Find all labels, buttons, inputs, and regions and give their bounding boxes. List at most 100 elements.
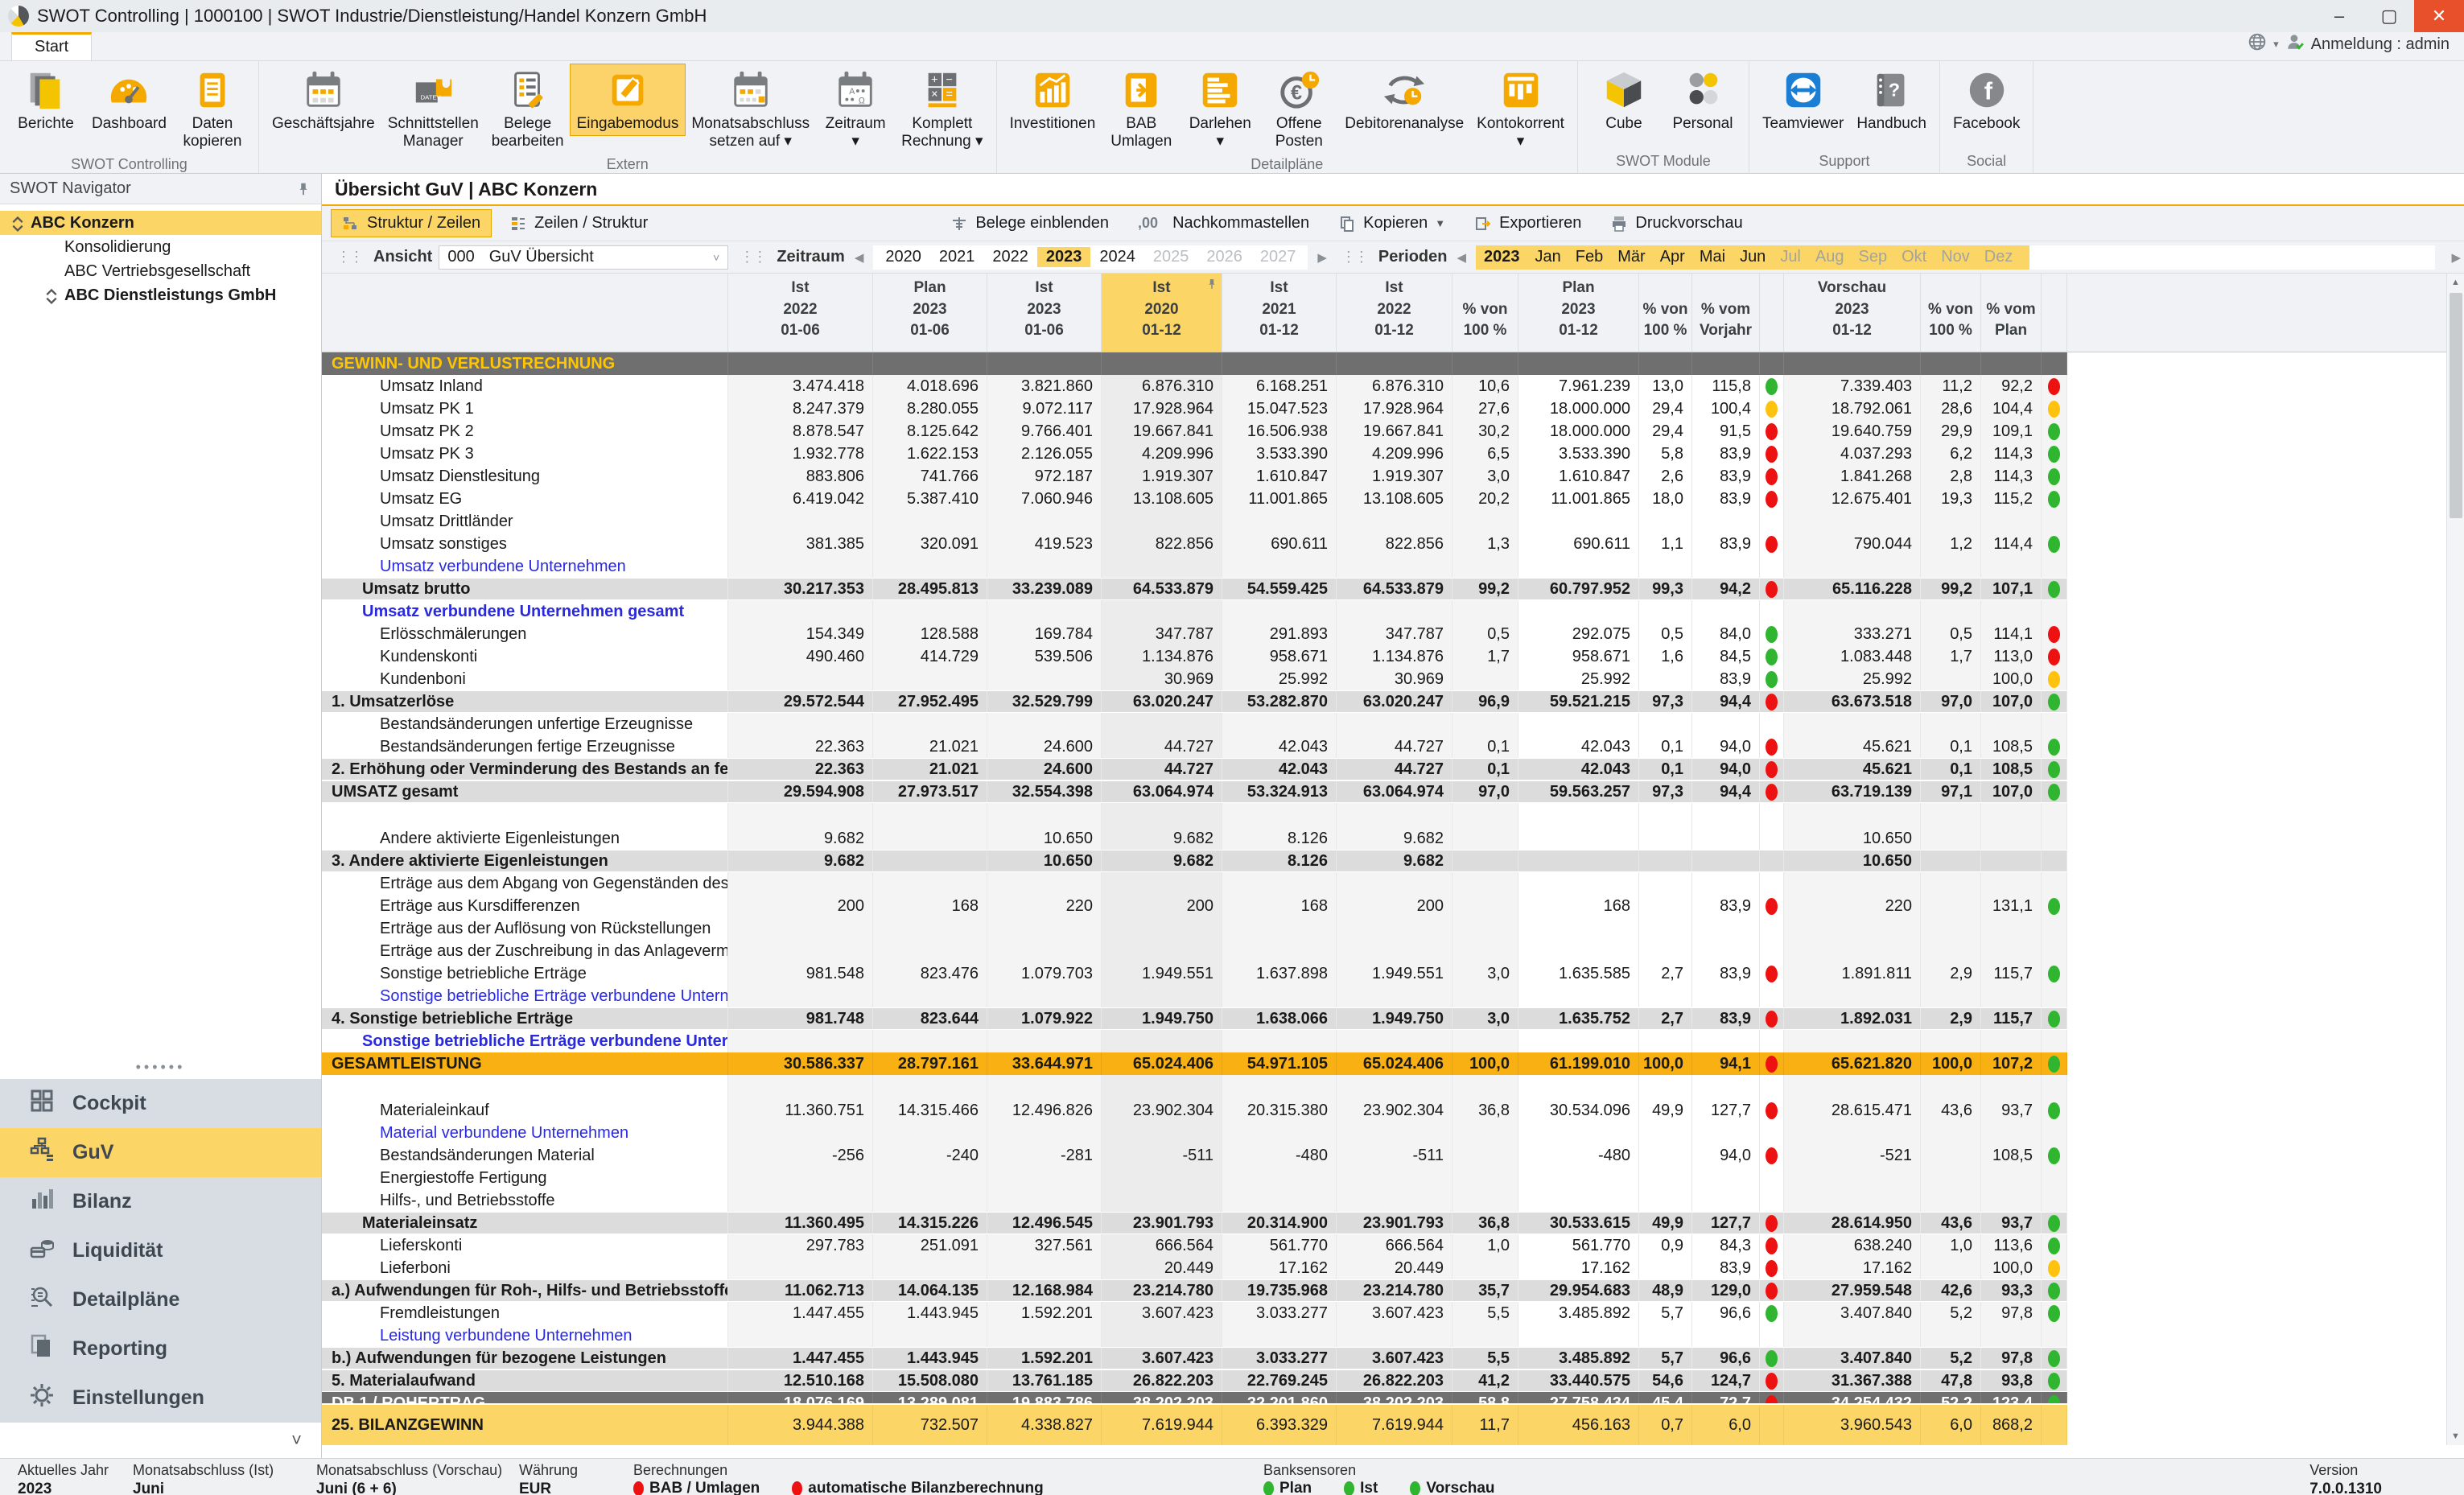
spacer-row[interactable]: [322, 803, 2464, 827]
year-2027[interactable]: 2027: [1251, 247, 1305, 267]
table-row-leistung-verbundene-unternehmen[interactable]: Leistung verbundene Unternehmen: [322, 1324, 2464, 1347]
months-prev-arrow[interactable]: ◀: [1453, 250, 1469, 265]
ribbon-button-berichte[interactable]: Berichte: [6, 64, 85, 135]
sidebar-item-liquidität[interactable]: Liquidität: [0, 1226, 321, 1275]
table-row-fremdleistungen[interactable]: Fremdleistungen 1.447.455 1.443.945 1.592.2…: [322, 1302, 2464, 1324]
pinned-bilanzgewinn-row[interactable]: 25. BILANZGEWINN 3.944.388 732.507 4.338.82…: [322, 1403, 2464, 1445]
table-row-erträge-aus-dem-abgang-von-gegenständen-des-anlage[interactable]: Erträge aus dem Abgang von Gegenständen …: [322, 872, 2464, 895]
table-row-umsatz-sonstiges[interactable]: Umsatz sonstiges 381.385 320.091 419.523 822…: [322, 533, 2464, 555]
sidebar-item-detailpläne[interactable]: Detailpläne: [0, 1275, 321, 1324]
table-row-materialeinsatz[interactable]: Materialeinsatz 11.360.495 14.315.226 12.49…: [322, 1212, 2464, 1234]
column-header-p4[interactable]: % von 100 %: [1921, 274, 1981, 352]
ribbon-button-dashboard[interactable]: Dashboard: [85, 64, 173, 135]
ribbon-button-debitorenanalyse[interactable]: Debitorenanalyse: [1338, 64, 1470, 135]
column-header-c8[interactable]: Vorschau 2023 01-12: [1784, 274, 1921, 352]
expander-icon[interactable]: [11, 215, 24, 233]
table-row-umsatz-brutto[interactable]: Umsatz brutto 30.217.353 28.495.813 33.239.…: [322, 578, 2464, 600]
month-nov[interactable]: Nov: [1934, 248, 1977, 266]
years-next-arrow[interactable]: ▶: [1314, 250, 1330, 265]
month-okt[interactable]: Okt: [1894, 248, 1934, 266]
column-header-c4[interactable]: Ist 2020 01-12: [1102, 274, 1222, 352]
column-header-a2[interactable]: [2042, 274, 2067, 352]
table-row-lieferskonti[interactable]: Lieferskonti 297.783 251.091 327.561 666.564…: [322, 1234, 2464, 1257]
tab-start[interactable]: Start: [11, 32, 93, 60]
table-row-umsatz-verbundene-unternehmen[interactable]: Umsatz verbundene Unternehmen: [322, 555, 2464, 578]
table-row-sonstige-betriebliche-erträge[interactable]: Sonstige betriebliche Erträge 981.548 823.…: [322, 962, 2464, 985]
table-row-material-verbundene-unternehmen[interactable]: Material verbundene Unternehmen: [322, 1122, 2464, 1144]
year-2022[interactable]: 2022: [983, 247, 1037, 267]
expander-icon[interactable]: [45, 287, 58, 305]
ribbon-button-eingabemodus[interactable]: Eingabemodus: [569, 63, 686, 137]
ribbon-button-investitionen[interactable]: Investitionen: [1003, 64, 1102, 135]
ansicht-select[interactable]: 000 GuV Übersicht ˅: [439, 245, 729, 270]
ribbon-button-daten[interactable]: Daten kopieren: [173, 64, 252, 154]
ribbon-button-komplett[interactable]: + − × = Komplett Rechnung ▾: [895, 64, 989, 154]
table-row-energiestoffe-fertigung[interactable]: Energiestoffe Fertigung: [322, 1167, 2464, 1189]
table-row-bestandsänderungen-unfertige-erzeugnisse[interactable]: Bestandsänderungen unfertige Erzeugnisse: [322, 713, 2464, 735]
table-row-umsatz-gesamt[interactable]: UMSATZ gesamt 29.594.908 27.973.517 32.554.…: [322, 780, 2464, 803]
year-2023[interactable]: 2023: [1036, 247, 1091, 267]
table-row-4-sonstige-betriebliche-erträge[interactable]: 4. Sonstige betriebliche Erträge 981.748 8…: [322, 1007, 2464, 1030]
table-row-bestandsänderungen-fertige-erzeugnisse[interactable]: Bestandsänderungen fertige Erzeugnisse 22…: [322, 735, 2464, 758]
table-row-gewinn-und-verlustrechnung[interactable]: GEWINN- UND VERLUSTRECHNUNG: [322, 352, 2464, 375]
column-header-p5[interactable]: % vom Plan: [1981, 274, 2042, 352]
column-header-c2[interactable]: Plan 2023 01-06: [873, 274, 987, 352]
column-header-label[interactable]: [322, 274, 728, 352]
scroll-up-icon[interactable]: ▲: [2447, 274, 2464, 291]
column-header-c7[interactable]: Plan 2023 01-12: [1518, 274, 1639, 352]
table-row-1-umsatzerlöse[interactable]: 1. Umsatzerlöse 29.572.544 27.952.495 32.52…: [322, 690, 2464, 713]
table-row-umsatz-verbundene-unternehmen-gesamt[interactable]: Umsatz verbundene Unternehmen gesamt: [322, 600, 2464, 623]
ribbon-button-monatsabschluss[interactable]: Monatsabschluss setzen auf ▾: [685, 64, 816, 154]
scrollbar-thumb[interactable]: [2450, 293, 2462, 518]
spacer-row[interactable]: [322, 1075, 2464, 1099]
table-row-erträge-aus-kursdifferenzen[interactable]: Erträge aus Kursdifferenzen 200 168 220 200 1…: [322, 895, 2464, 917]
ribbon-button-teamviewer[interactable]: Teamviewer: [1756, 64, 1850, 135]
table-row-b-aufwendungen-für-bezogene-leistungen[interactable]: b.) Aufwendungen für bezogene Leistungen…: [322, 1347, 2464, 1369]
ribbon-button-zeitraum[interactable]: A Ω Zeitraum ▾: [816, 64, 895, 154]
tree-item-abc-vertriebsgesellschaft[interactable]: ABC Vertriebsgesellschaft: [0, 259, 321, 283]
column-header-p1[interactable]: % von 100 %: [1452, 274, 1518, 352]
ribbon-button-facebook[interactable]: f Facebook: [1947, 64, 2026, 135]
ribbon-button-handbuch[interactable]: ? Handbuch: [1850, 64, 1933, 135]
year-2024[interactable]: 2024: [1090, 247, 1144, 267]
ribbon-button-offene[interactable]: € Offene Posten: [1259, 64, 1338, 154]
ribbon-button-darlehen[interactable]: Darlehen ▾: [1180, 64, 1259, 154]
minimize-button[interactable]: –: [2314, 0, 2364, 32]
table-row-erträge-aus-der-auflösung-von-rückstellungen[interactable]: Erträge aus der Auflösung von Rückstellu…: [322, 917, 2464, 940]
ribbon-button-geschäftsjahre[interactable]: Geschäftsjahre: [266, 64, 381, 135]
column-header-c6[interactable]: Ist 2022 01-12: [1337, 274, 1452, 352]
months-next-arrow[interactable]: ▶: [2448, 250, 2464, 265]
table-row-umsatz-eg[interactable]: Umsatz EG 6.419.042 5.387.410 7.060.946 13.1…: [322, 488, 2464, 510]
year-2021[interactable]: 2021: [930, 247, 984, 267]
table-row-umsatz-pk-2[interactable]: Umsatz PK 2 8.878.547 8.125.642 9.766.401 19…: [322, 420, 2464, 443]
sidebar-item-einstellungen[interactable]: Einstellungen: [0, 1374, 321, 1423]
chevron-down-icon[interactable]: ˅: [291, 1430, 302, 1451]
zeilen-struktur-button[interactable]: Zeilen / Struktur: [499, 210, 658, 237]
pinned-row-content[interactable]: 25. BILANZGEWINN 3.944.388 732.507 4.338.82…: [322, 1405, 2067, 1445]
ribbon-button-cube[interactable]: Cube: [1584, 64, 1663, 135]
table-row-5-materialaufwand[interactable]: 5. Materialaufwand 12.510.168 15.508.080 13…: [322, 1369, 2464, 1392]
ribbon-button-schnittstellen[interactable]: DATEV Schnittstellen Manager: [381, 64, 485, 154]
language-dropdown-arrow[interactable]: ▾: [2273, 38, 2279, 51]
struktur-zeilen-button[interactable]: Struktur / Zeilen: [330, 209, 492, 237]
years-prev-arrow[interactable]: ◀: [851, 250, 867, 265]
table-row-hilfs-und-betriebsstoffe[interactable]: Hilfs-, und Betriebsstoffe: [322, 1189, 2464, 1212]
year-2025[interactable]: 2025: [1144, 247, 1198, 267]
month-sep[interactable]: Sep: [1851, 248, 1894, 266]
pin-icon[interactable]: [295, 181, 311, 197]
month-mär[interactable]: Mär: [1610, 248, 1652, 266]
menu-drag-handle[interactable]: ••••••: [0, 1057, 321, 1079]
ribbon-button-personal[interactable]: Personal: [1663, 64, 1742, 135]
language-globe-icon[interactable]: [2248, 32, 2267, 56]
month-jun[interactable]: Jun: [1733, 248, 1773, 266]
table-row-umsatz-inland[interactable]: Umsatz Inland 3.474.418 4.018.696 3.821.860…: [322, 375, 2464, 397]
month-apr[interactable]: Apr: [1653, 248, 1692, 266]
table-row-kundenskonti[interactable]: Kundenskonti 490.460 414.729 539.506 1.134.8…: [322, 645, 2464, 668]
table-row-umsatz-dienstlesitung[interactable]: Umsatz Dienstlesitung 883.806 741.766 972.1…: [322, 465, 2464, 488]
ribbon-button-belege[interactable]: Belege bearbeiten: [485, 64, 571, 154]
tree-item-konsolidierung[interactable]: Konsolidierung: [0, 235, 321, 259]
maximize-button[interactable]: ▢: [2364, 0, 2414, 32]
sidebar-item-guv[interactable]: GuV: [0, 1128, 321, 1177]
column-header-c1[interactable]: Ist 2022 01-06: [728, 274, 873, 352]
month-jul[interactable]: Jul: [1773, 248, 1808, 266]
